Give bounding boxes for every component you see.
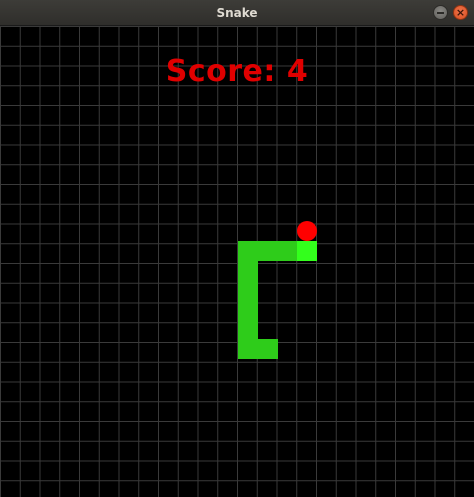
snake-segment <box>238 339 278 359</box>
close-button[interactable]: × <box>453 5 468 20</box>
apple-food <box>297 221 317 241</box>
snake-head <box>297 241 317 261</box>
game-board[interactable]: Score: 4 <box>0 26 474 497</box>
close-icon: × <box>455 6 466 19</box>
window-title: Snake <box>216 6 258 20</box>
minimize-icon <box>437 12 444 14</box>
game-window: Snake × Score: 4 <box>0 0 474 497</box>
title-bar[interactable]: Snake × <box>0 0 474 26</box>
minimize-button[interactable] <box>433 5 448 20</box>
score-display: Score: 4 <box>165 54 309 89</box>
